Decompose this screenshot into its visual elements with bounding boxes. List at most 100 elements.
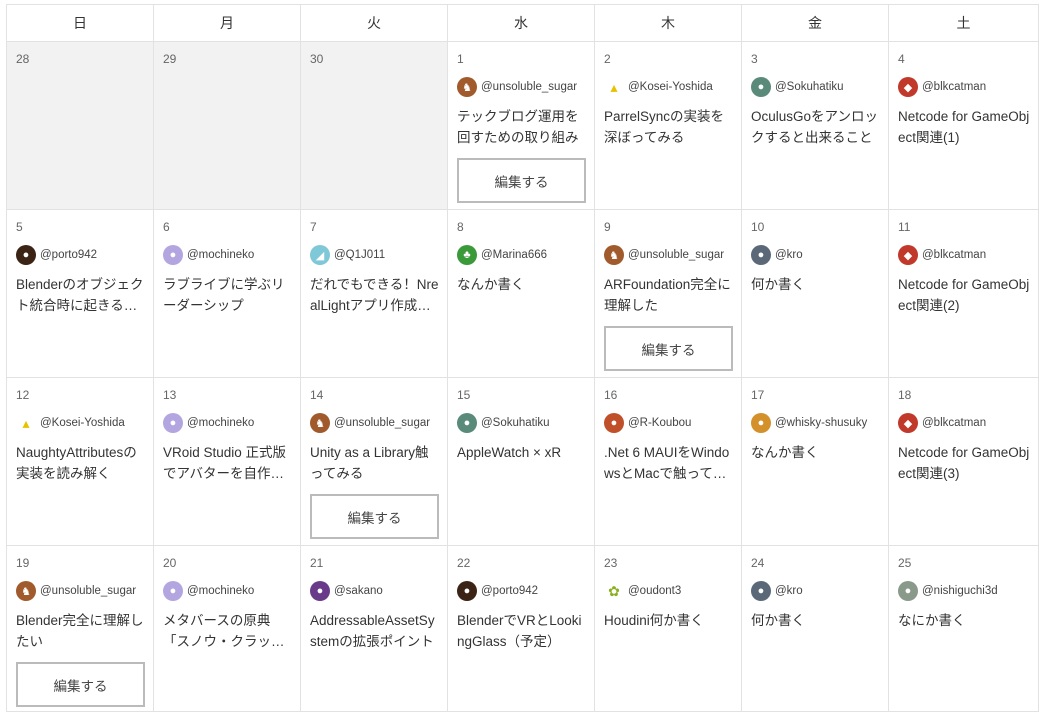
- author-name[interactable]: @Sokuhatiku: [481, 417, 550, 429]
- author[interactable]: ● @nishiguchi3d: [898, 581, 1030, 601]
- knight-icon[interactable]: ♞: [310, 413, 330, 433]
- article-title[interactable]: だれでもできる！NrealLightアプリ作成入門: [310, 274, 439, 316]
- article-title[interactable]: なにか書く: [898, 610, 1030, 652]
- author-name[interactable]: @sakano: [334, 585, 383, 597]
- author[interactable]: ♞ @unsoluble_sugar: [604, 245, 733, 265]
- author-name[interactable]: @porto942: [481, 585, 538, 597]
- author-name[interactable]: @Marina666: [481, 249, 547, 261]
- robot-icon[interactable]: ●: [751, 581, 771, 601]
- ghost-icon[interactable]: ●: [751, 77, 771, 97]
- article-title[interactable]: なんか書く: [751, 442, 880, 484]
- article-title[interactable]: NaughtyAttributesの実装を読み解く: [16, 442, 145, 484]
- author[interactable]: ◆ @blkcatman: [898, 413, 1030, 433]
- article-title[interactable]: Unity as a Library触ってみる: [310, 442, 439, 484]
- author-name[interactable]: @mochineko: [187, 585, 254, 597]
- article-title[interactable]: メタバースの原典「スノウ・クラッシュ」: [163, 610, 292, 652]
- robot-icon[interactable]: ●: [751, 245, 771, 265]
- article-title[interactable]: .Net 6 MAUIをWindowsとMacで触ってみる: [604, 442, 733, 484]
- author[interactable]: ● @porto942: [16, 245, 145, 265]
- author[interactable]: ♞ @unsoluble_sugar: [16, 581, 145, 601]
- bird-icon[interactable]: ◢: [310, 245, 330, 265]
- author[interactable]: ● @Sokuhatiku: [751, 77, 880, 97]
- article-title[interactable]: テックブログ運用を回すための取り組み: [457, 106, 586, 148]
- knight-icon[interactable]: ♞: [16, 581, 36, 601]
- author-name[interactable]: @blkcatman: [922, 417, 986, 429]
- author-name[interactable]: @unsoluble_sugar: [628, 249, 724, 261]
- article-title[interactable]: BlenderでVRとLookingGlass（予定）: [457, 610, 586, 652]
- author-name[interactable]: @kro: [775, 249, 803, 261]
- author[interactable]: ◢ @Q1J011: [310, 245, 439, 265]
- article-title[interactable]: Blenderのオブジェクト統合時に起きる問題: [16, 274, 145, 316]
- article-title[interactable]: Blender完全に理解したい: [16, 610, 145, 652]
- author-name[interactable]: @porto942: [40, 249, 97, 261]
- cat-icon[interactable]: ◆: [898, 413, 918, 433]
- article-title[interactable]: VRoid Studio 正式版でアバターを自作する: [163, 442, 292, 484]
- article-title[interactable]: AddressableAssetSystemの拡張ポイント: [310, 610, 439, 652]
- author[interactable]: ● @kro: [751, 245, 880, 265]
- dog-icon[interactable]: ●: [751, 413, 771, 433]
- anime-icon[interactable]: ●: [163, 581, 183, 601]
- author-name[interactable]: @nishiguchi3d: [922, 585, 998, 597]
- article-title[interactable]: 何か書く: [751, 274, 880, 316]
- author[interactable]: ● @mochineko: [163, 413, 292, 433]
- author[interactable]: ● @mochineko: [163, 581, 292, 601]
- edit-button[interactable]: 編集する: [457, 158, 586, 203]
- article-title[interactable]: ParrelSyncの実装を深ぼってみる: [604, 106, 733, 148]
- author-name[interactable]: @Q1J011: [334, 249, 385, 261]
- frog-icon[interactable]: ✿: [604, 581, 624, 601]
- lemon-icon[interactable]: ▴: [16, 413, 36, 433]
- knight-icon[interactable]: ♞: [604, 245, 624, 265]
- author[interactable]: ▴ @Kosei-Yoshida: [604, 77, 733, 97]
- author[interactable]: ✿ @oudont3: [604, 581, 733, 601]
- article-title[interactable]: ARFoundation完全に理解した: [604, 274, 733, 316]
- author[interactable]: ● @Sokuhatiku: [457, 413, 586, 433]
- author-name[interactable]: @whisky-shusuky: [775, 417, 867, 429]
- author-name[interactable]: @Kosei-Yoshida: [628, 81, 713, 93]
- character-icon[interactable]: ●: [604, 413, 624, 433]
- cat-icon[interactable]: ◆: [898, 77, 918, 97]
- article-title[interactable]: Netcode for GameObject関連(3): [898, 442, 1030, 484]
- girl-icon[interactable]: ●: [310, 581, 330, 601]
- article-title[interactable]: AppleWatch × xR: [457, 442, 586, 484]
- edit-button[interactable]: 編集する: [604, 326, 733, 371]
- knight-icon[interactable]: ♞: [457, 77, 477, 97]
- author[interactable]: ● @kro: [751, 581, 880, 601]
- author[interactable]: ♞ @unsoluble_sugar: [310, 413, 439, 433]
- person-icon[interactable]: ●: [16, 245, 36, 265]
- author[interactable]: ● @porto942: [457, 581, 586, 601]
- author[interactable]: ● @whisky-shusuky: [751, 413, 880, 433]
- article-title[interactable]: ラブライブに学ぶリーダーシップ: [163, 274, 292, 316]
- author-name[interactable]: @unsoluble_sugar: [481, 81, 577, 93]
- author[interactable]: ♣ @Marina666: [457, 245, 586, 265]
- author-name[interactable]: @unsoluble_sugar: [334, 417, 430, 429]
- article-title[interactable]: Netcode for GameObject関連(2): [898, 274, 1030, 316]
- anime-icon[interactable]: ●: [163, 245, 183, 265]
- article-title[interactable]: OculusGoをアンロックすると出来ること: [751, 106, 880, 148]
- author[interactable]: ● @sakano: [310, 581, 439, 601]
- article-title[interactable]: なんか書く: [457, 274, 586, 316]
- article-title[interactable]: 何か書く: [751, 610, 880, 652]
- article-title[interactable]: Netcode for GameObject関連(1): [898, 106, 1030, 148]
- author[interactable]: ◆ @blkcatman: [898, 245, 1030, 265]
- author-name[interactable]: @oudont3: [628, 585, 681, 597]
- author[interactable]: ● @mochineko: [163, 245, 292, 265]
- author-name[interactable]: @Sokuhatiku: [775, 81, 844, 93]
- author-name[interactable]: @blkcatman: [922, 249, 986, 261]
- edit-button[interactable]: 編集する: [310, 494, 439, 539]
- leaf-icon[interactable]: ♣: [457, 245, 477, 265]
- person-icon[interactable]: ●: [457, 581, 477, 601]
- author-name[interactable]: @unsoluble_sugar: [40, 585, 136, 597]
- author[interactable]: ♞ @unsoluble_sugar: [457, 77, 586, 97]
- author-name[interactable]: @mochineko: [187, 417, 254, 429]
- anime-icon[interactable]: ●: [163, 413, 183, 433]
- author-name[interactable]: @kro: [775, 585, 803, 597]
- author[interactable]: ▴ @Kosei-Yoshida: [16, 413, 145, 433]
- edit-button[interactable]: 編集する: [16, 662, 145, 707]
- ghost-icon[interactable]: ●: [457, 413, 477, 433]
- author[interactable]: ◆ @blkcatman: [898, 77, 1030, 97]
- author-name[interactable]: @blkcatman: [922, 81, 986, 93]
- author-name[interactable]: @R-Koubou: [628, 417, 691, 429]
- cat-icon[interactable]: ◆: [898, 245, 918, 265]
- author-name[interactable]: @mochineko: [187, 249, 254, 261]
- lemon-icon[interactable]: ▴: [604, 77, 624, 97]
